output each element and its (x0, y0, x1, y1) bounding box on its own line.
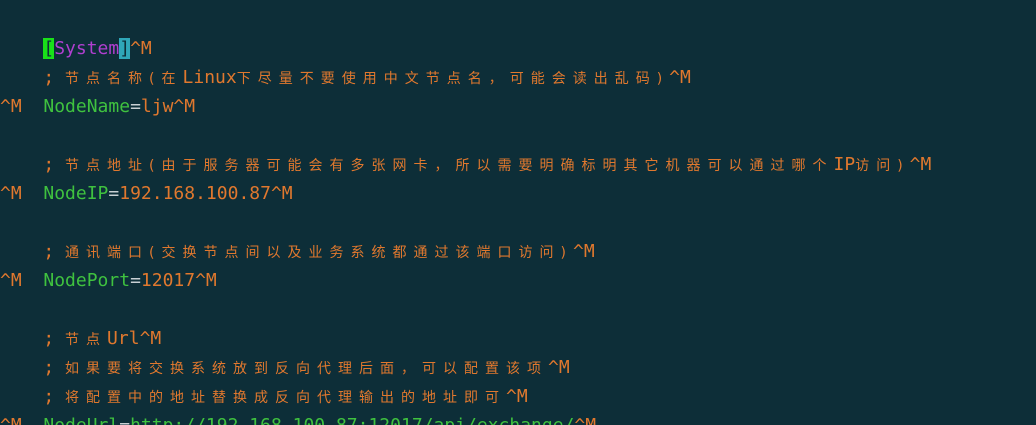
comment-line-reverse-proxy: ; 如果要将交换系统放到反向代理后面，可以配置该项^M (0, 324, 569, 378)
carriage-return-marker: ^M (270, 183, 293, 204)
config-key: NodePort (43, 270, 131, 291)
config-line-node-port: NodePort=12017^M (0, 237, 216, 291)
comment-line-node-ip: ; 节点地址(由于服务器可能会有多张网卡，所以需要明确标明其它机器可以通过哪个I… (0, 121, 931, 175)
comment-line-replace-address: ; 将配置中的地址替换成反向代理输出的地址即可^M (0, 353, 527, 407)
carriage-return-marker: ^M (572, 241, 595, 262)
comment-line-node-url: ; 节点Url^M (0, 295, 161, 349)
comment-line-node-port: ; 通讯端口(交换节点间以及业务系统都通过该端口访问)^M (0, 208, 594, 262)
config-key: NodeIP (43, 183, 109, 204)
config-value: 192.168.100.87 (119, 183, 271, 204)
carriage-return-marker: ^M (574, 415, 596, 425)
config-equals: = (119, 415, 130, 425)
config-equals: = (130, 96, 141, 117)
config-equals: = (108, 183, 120, 204)
carriage-return-marker: ^M (173, 96, 196, 117)
comment-latin: IP (833, 154, 856, 175)
comment-text-cont: 下尽量不要使用中文节点名，可能会读出乱码) (236, 71, 670, 87)
comment-line-node-name: ; 节点名称(在Linux下尽量不要使用中文节点名，可能会读出乱码)^M (0, 34, 691, 88)
carriage-return-marker: ^M (548, 357, 570, 378)
terminal-editor[interactable]: [System]^M ; 节点名称(在Linux下尽量不要使用中文节点名，可能会… (0, 0, 1036, 425)
blank-line: ^M (0, 96, 22, 117)
config-value: http://192.168.100.87:12017/api/exchange… (130, 415, 574, 425)
config-equals: = (130, 270, 141, 291)
blank-line: ^M (0, 270, 22, 291)
config-line-node-url: NodeUrl=http://192.168.100.87:12017/api/… (0, 382, 596, 425)
config-line-node-name: NodeName=ljw^M (0, 63, 195, 117)
config-line-node-ip: NodeIP=192.168.100.87^M (0, 150, 292, 204)
config-value: ljw (140, 96, 174, 117)
carriage-return-marker: ^M (669, 67, 691, 88)
blank-line: ^M (0, 411, 22, 425)
section-header-line: [System]^M (0, 5, 152, 59)
config-key: NodeUrl (43, 415, 119, 425)
config-key: NodeName (43, 96, 131, 117)
blank-line: ^M (0, 183, 22, 204)
carriage-return-marker: ^M (195, 270, 217, 291)
comment-text-cont: 访问) (855, 158, 910, 174)
config-value: 12017 (140, 270, 196, 291)
carriage-return-marker: ^M (909, 154, 932, 175)
